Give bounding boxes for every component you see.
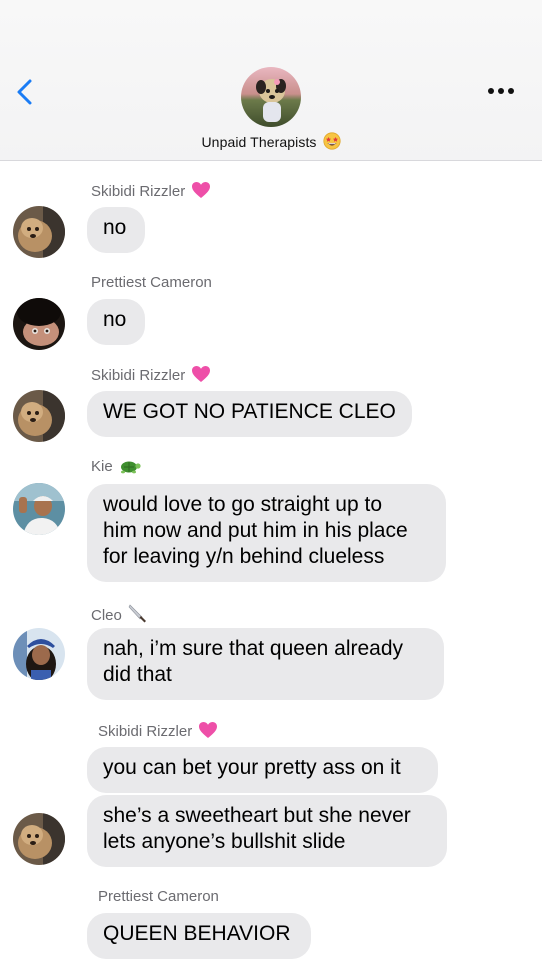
message-text-line: lets anyone’s bullshit slide xyxy=(103,830,346,853)
avatar[interactable] xyxy=(13,390,65,442)
message-bubble[interactable]: nah, i’m sure that queen already did tha… xyxy=(87,628,444,700)
sender-name-text: Prettiest Cameron xyxy=(98,888,219,905)
person-avatar-icon xyxy=(13,483,65,535)
pink-heart-icon xyxy=(191,365,211,387)
chevron-left-icon xyxy=(17,79,32,105)
message-text: WE GOT NO PATIENCE CLEO xyxy=(103,400,396,423)
sender-name-text: Prettiest Cameron xyxy=(91,274,212,291)
sender-name-text: Cleo xyxy=(91,607,122,624)
back-button[interactable] xyxy=(14,78,40,106)
chat-header: Unpaid Therapists xyxy=(0,0,542,161)
message-text-line: for leaving y/n behind clueless xyxy=(103,545,385,568)
message-text: no xyxy=(103,308,127,331)
message-bubble[interactable]: you can bet your pretty ass on it xyxy=(87,747,438,793)
avatar[interactable] xyxy=(13,483,65,535)
message-text-line: she’s a sweetheart but she never xyxy=(103,804,411,827)
message-text-line: would love to go straight up to xyxy=(103,493,383,516)
message-text: QUEEN BEHAVIOR xyxy=(103,922,291,945)
sender-name: Skibidi Rizzler xyxy=(98,721,218,743)
pink-heart-icon xyxy=(191,181,211,203)
sender-name: Prettiest Cameron xyxy=(98,888,219,905)
sender-name-text: Skibidi Rizzler xyxy=(91,183,186,200)
message-bubble[interactable]: she’s a sweetheart but she never lets an… xyxy=(87,795,447,867)
sender-name: Skibidi Rizzler xyxy=(91,365,211,387)
sender-name: Cleo xyxy=(91,603,148,627)
message-text: no xyxy=(103,216,127,239)
message-bubble[interactable]: no xyxy=(87,207,145,253)
message-bubble[interactable]: WE GOT NO PATIENCE CLEO xyxy=(87,391,412,437)
star-struck-face-icon xyxy=(322,132,341,153)
group-avatar[interactable] xyxy=(241,67,301,127)
more-options-button[interactable] xyxy=(486,84,516,98)
dog-avatar-icon xyxy=(13,206,65,258)
group-photo-icon xyxy=(241,67,301,127)
message-text-line: did that xyxy=(103,663,172,686)
dog-avatar-icon xyxy=(13,813,65,865)
avatar[interactable] xyxy=(13,628,65,680)
avatar[interactable] xyxy=(13,813,65,865)
person-avatar-icon xyxy=(13,298,65,350)
turtle-icon xyxy=(119,458,141,478)
sender-name: Kie xyxy=(91,458,141,478)
message-bubble[interactable]: would love to go straight up to him now … xyxy=(87,484,446,582)
dog-avatar-icon xyxy=(13,390,65,442)
chat-screen: Unpaid Therapists Skibidi Rizzler no Pre… xyxy=(0,0,542,960)
group-name-text: Unpaid Therapists xyxy=(201,134,317,150)
message-text: you can bet your pretty ass on it xyxy=(103,756,401,779)
knife-icon xyxy=(128,603,148,627)
sender-name: Skibidi Rizzler xyxy=(91,181,211,203)
sender-name-text: Skibidi Rizzler xyxy=(98,723,193,740)
message-bubble[interactable]: QUEEN BEHAVIOR xyxy=(87,913,311,959)
avatar[interactable] xyxy=(13,206,65,258)
ellipsis-icon xyxy=(488,88,514,94)
pink-heart-icon xyxy=(198,721,218,743)
person-avatar-icon xyxy=(13,628,65,680)
sender-name-text: Skibidi Rizzler xyxy=(91,367,186,384)
group-title[interactable]: Unpaid Therapists xyxy=(0,132,542,153)
message-bubble[interactable]: no xyxy=(87,299,145,345)
sender-name: Prettiest Cameron xyxy=(91,274,212,291)
message-text-line: nah, i’m sure that queen already xyxy=(103,637,404,660)
message-text-line: him now and put him in his place xyxy=(103,519,408,542)
avatar[interactable] xyxy=(13,298,65,350)
sender-name-text: Kie xyxy=(91,458,113,475)
